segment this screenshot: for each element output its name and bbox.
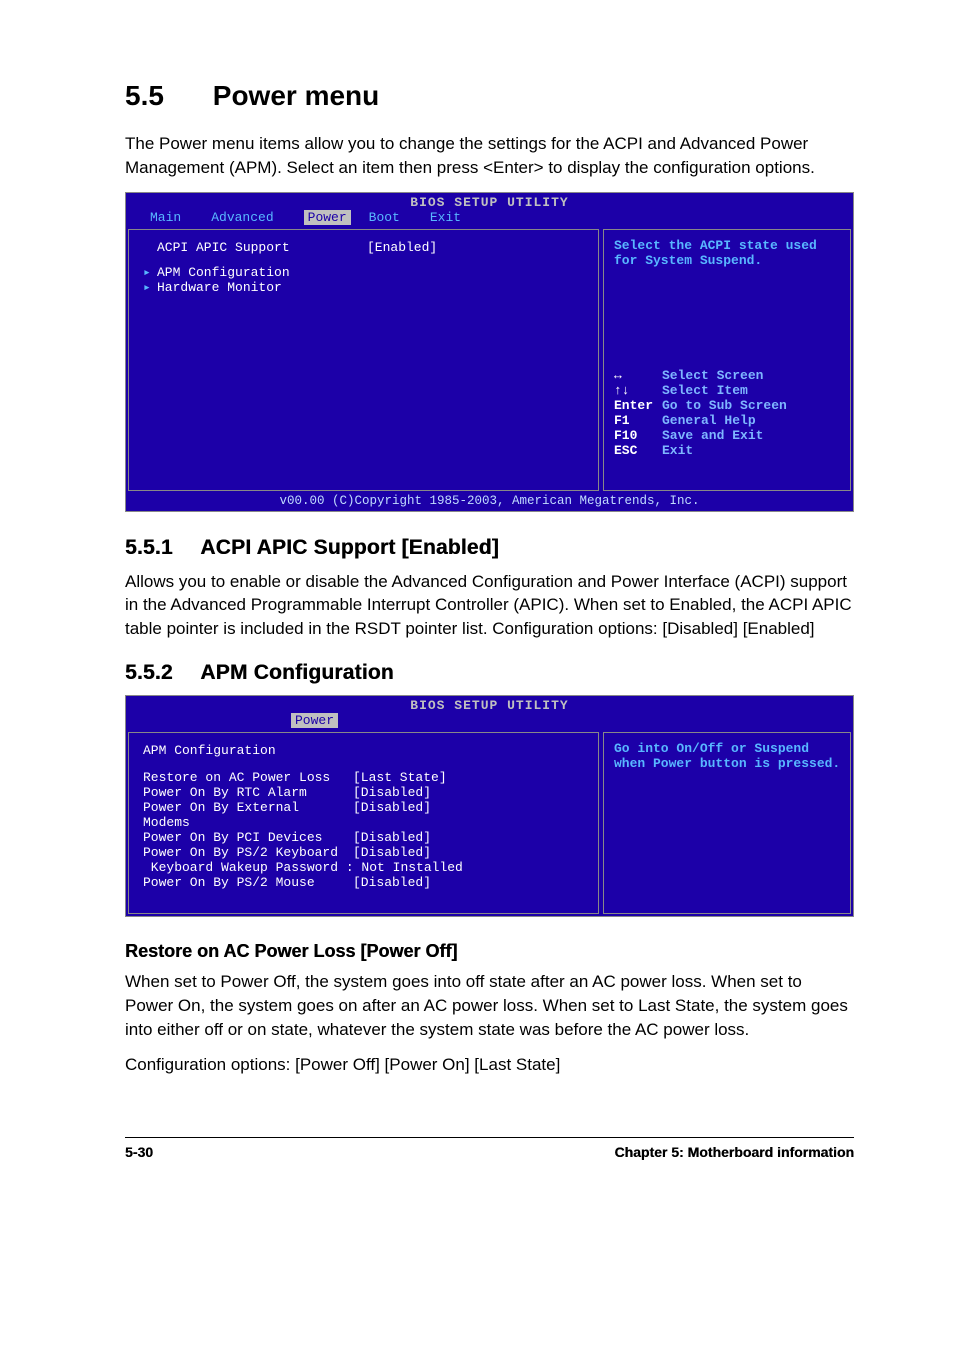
bios-item-label: Power On By RTC Alarm bbox=[143, 785, 353, 800]
page-footer: 5-30 Chapter 5: Motherboard information bbox=[125, 1137, 854, 1160]
bios-main-panel: APM Configuration Restore on AC Power Lo… bbox=[128, 732, 599, 914]
submenu-arrow-icon: ▸ bbox=[143, 280, 157, 295]
option-config-restore-ac: Configuration options: [Power Off] [Powe… bbox=[125, 1053, 854, 1077]
bios-item-value: [Disabled] bbox=[353, 875, 431, 890]
chapter-label: Chapter 5: Motherboard information bbox=[614, 1144, 854, 1160]
nav-desc: General Help bbox=[662, 413, 756, 428]
option-heading-restore-ac: Restore on AC Power Loss [Power Off] bbox=[125, 941, 854, 962]
section-number: 5.5 bbox=[125, 80, 205, 112]
subsection-title: ACPI APIC Support [Enabled] bbox=[200, 536, 499, 559]
bios-item-label: Keyboard Wakeup Password : Not Installed bbox=[143, 860, 463, 875]
subsection-heading-552: 5.5.2 APM Configuration bbox=[125, 661, 854, 685]
bios-item-label: Power On By PS/2 Mouse bbox=[143, 875, 353, 890]
bios-item-value: [Disabled] bbox=[353, 830, 431, 845]
nav-desc: Select Item bbox=[662, 383, 748, 398]
nav-key: ↔ bbox=[614, 368, 662, 383]
bios-item-label: Power On By PCI Devices bbox=[143, 830, 353, 845]
bios-item-value: [Disabled] bbox=[353, 785, 431, 800]
nav-key: F10 bbox=[614, 428, 662, 443]
nav-desc: Go to Sub Screen bbox=[662, 398, 787, 413]
bios-tab-power: Power bbox=[304, 210, 351, 225]
bios-tab-power: Power bbox=[291, 713, 338, 728]
nav-key: F1 bbox=[614, 413, 662, 428]
bios-item-value: [Enabled] bbox=[367, 240, 437, 255]
nav-key: ↑↓ bbox=[614, 383, 662, 398]
bios-item-acpi-apic: ACPI APIC Support [Enabled] bbox=[143, 240, 588, 255]
page-number: 5-30 bbox=[125, 1144, 153, 1160]
nav-key: ESC bbox=[614, 443, 662, 458]
subsection-body-551: Allows you to enable or disable the Adva… bbox=[125, 570, 854, 641]
bios-item-label: Hardware Monitor bbox=[157, 280, 367, 295]
bios-help-text: Select the ACPI state used for System Su… bbox=[614, 238, 844, 268]
spacer bbox=[143, 240, 157, 255]
bios-item-row: Power On By RTC Alarm[Disabled] bbox=[143, 785, 588, 800]
bios-item-label: Power On By External Modems bbox=[143, 800, 353, 830]
bios-item-value: [Disabled] bbox=[353, 800, 431, 830]
section-heading: 5.5 Power menu bbox=[125, 80, 854, 112]
bios-item-label: APM Configuration bbox=[157, 265, 367, 280]
bios-tab-bar: Power bbox=[126, 713, 853, 730]
bios-title: BIOS SETUP UTILITY bbox=[126, 193, 853, 210]
bios-help-panel: Select the ACPI state used for System Su… bbox=[603, 229, 851, 491]
bios-item-label: Restore on AC Power Loss bbox=[143, 770, 353, 785]
nav-desc: Exit bbox=[662, 443, 693, 458]
bios-item-label: Power On By PS/2 Keyboard bbox=[143, 845, 353, 860]
bios-copyright: v00.00 (C)Copyright 1985-2003, American … bbox=[126, 493, 853, 511]
subsection-number: 5.5.2 bbox=[125, 661, 195, 685]
bios-item-row: Restore on AC Power Loss[Last State] bbox=[143, 770, 588, 785]
bios-tab-advanced: Advanced bbox=[211, 210, 285, 225]
nav-desc: Save and Exit bbox=[662, 428, 763, 443]
bios-tab-boot: Boot bbox=[369, 210, 412, 225]
bios-item-apm-config: ▸ APM Configuration bbox=[143, 265, 588, 280]
bios-item-row: Power On By External Modems[Disabled] bbox=[143, 800, 588, 830]
nav-key: Enter bbox=[614, 398, 662, 413]
bios-title: BIOS SETUP UTILITY bbox=[126, 696, 853, 713]
bios-screenshot-apm-config: BIOS SETUP UTILITY Power APM Configurati… bbox=[125, 695, 854, 917]
subsection-heading-551: 5.5.1 ACPI APIC Support [Enabled] bbox=[125, 536, 854, 560]
subsection-number: 5.5.1 bbox=[125, 536, 195, 560]
bios-nav-keys: ↔Select Screen ↑↓Select Item EnterGo to … bbox=[614, 368, 844, 458]
bios-item-value: [Last State] bbox=[353, 770, 447, 785]
subsection-title: APM Configuration bbox=[200, 661, 394, 684]
bios-item-label: ACPI APIC Support bbox=[157, 240, 367, 255]
section-intro: The Power menu items allow you to change… bbox=[125, 132, 854, 180]
bios-screenshot-power-menu: BIOS SETUP UTILITY Main Advanced Power B… bbox=[125, 192, 854, 512]
nav-desc: Select Screen bbox=[662, 368, 763, 383]
bios-tab-exit: Exit bbox=[430, 210, 473, 225]
bios-item-row: Keyboard Wakeup Password : Not Installed bbox=[143, 860, 588, 875]
bios-item-value: [Disabled] bbox=[353, 845, 431, 860]
section-title-text: Power menu bbox=[213, 80, 379, 111]
bios-help-panel: Go into On/Off or Suspend when Power but… bbox=[603, 732, 851, 914]
bios-tab-main: Main bbox=[150, 210, 193, 225]
bios-tab-bar: Main Advanced Power Boot Exit bbox=[126, 210, 853, 227]
bios-panel-heading: APM Configuration bbox=[143, 743, 588, 758]
bios-item-row: Power On By PS/2 Keyboard[Disabled] bbox=[143, 845, 588, 860]
option-body-restore-ac: When set to Power Off, the system goes i… bbox=[125, 970, 854, 1041]
bios-item-hardware-monitor: ▸ Hardware Monitor bbox=[143, 280, 588, 295]
bios-help-text: Go into On/Off or Suspend when Power but… bbox=[614, 741, 844, 771]
bios-item-row: Power On By PS/2 Mouse[Disabled] bbox=[143, 875, 588, 890]
bios-item-row: Power On By PCI Devices[Disabled] bbox=[143, 830, 588, 845]
bios-main-panel: ACPI APIC Support [Enabled] ▸ APM Config… bbox=[128, 229, 599, 491]
submenu-arrow-icon: ▸ bbox=[143, 265, 157, 280]
